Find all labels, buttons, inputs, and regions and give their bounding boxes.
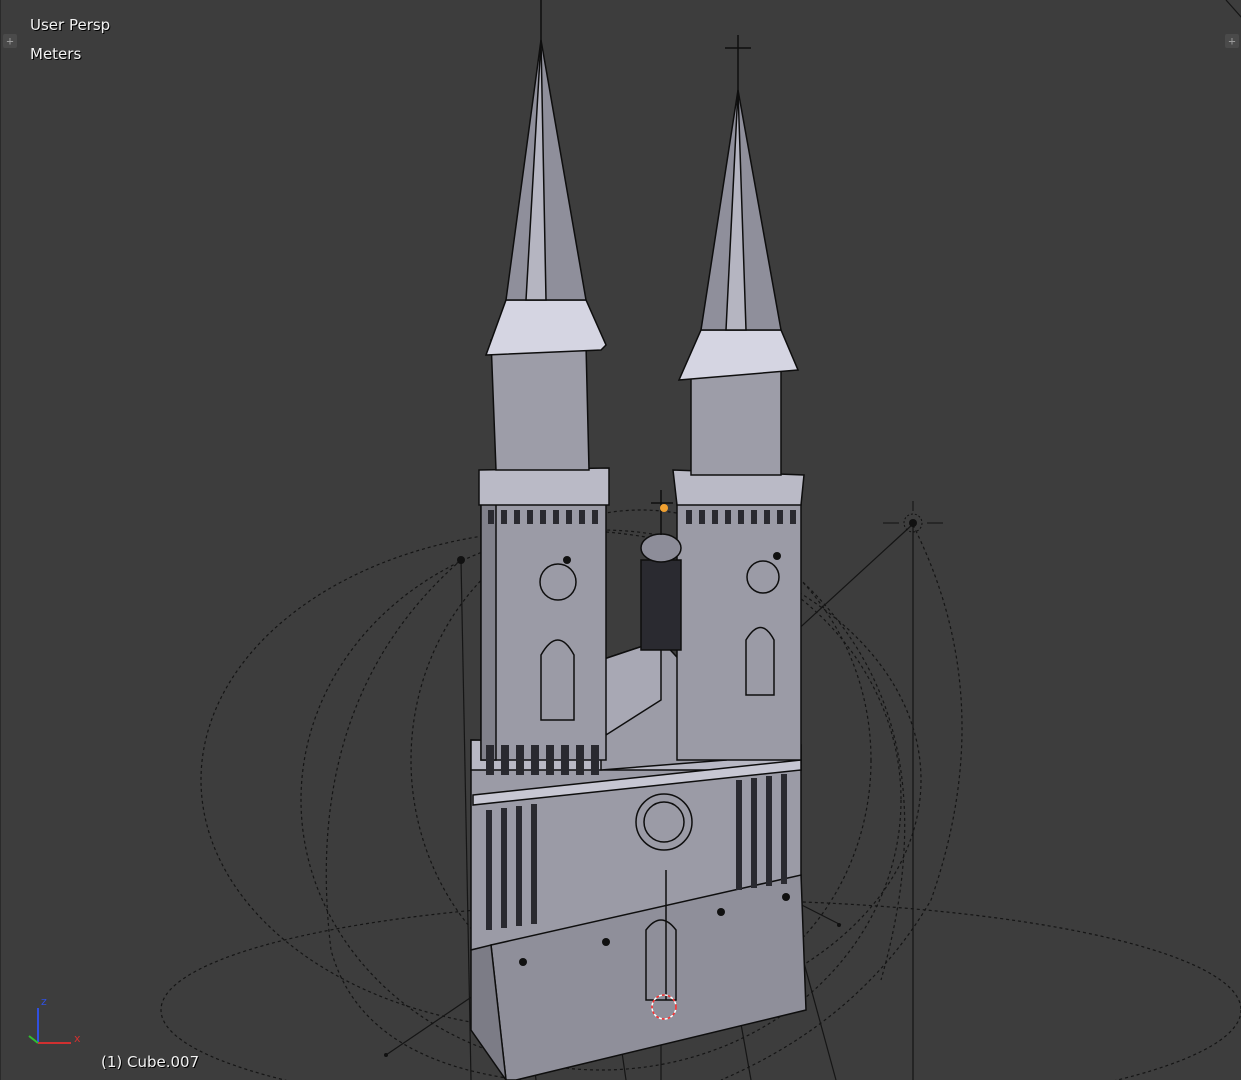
area-split-plus-icon[interactable]: + [3, 34, 17, 48]
axis-gizmo-icon: z x [28, 995, 81, 1045]
left-arched-window [540, 639, 575, 721]
left-belfry [490, 339, 590, 471]
lamp-icon [519, 958, 527, 966]
right-tower-body [676, 489, 802, 761]
axis-z-label: z [41, 995, 47, 1008]
lamp-icon [782, 893, 790, 901]
right-clock [746, 560, 780, 594]
3d-viewport[interactable]: z x User Persp Meters (1) Cube.007 + + [0, 0, 1241, 1080]
active-object-label: (1) Cube.007 [101, 1053, 200, 1071]
view-mode-label: User Persp [30, 16, 111, 34]
right-belfry [690, 369, 782, 476]
empty-icon [837, 923, 841, 927]
church-scene[interactable]: z x [1, 0, 1241, 1080]
lamp-icon [602, 938, 610, 946]
selected-origin-icon [660, 504, 668, 512]
lamp-icon [717, 908, 725, 916]
empty-icon [384, 1053, 388, 1057]
lamp-icon [563, 556, 571, 564]
axis-x-label: x [74, 1032, 81, 1045]
left-spire-base [484, 299, 607, 356]
central-lantern [640, 559, 682, 651]
lamp-icon [457, 556, 465, 564]
right-arched-window [745, 626, 775, 696]
lantern-dome [640, 533, 682, 563]
lamp-direction-line [460, 559, 472, 1080]
lamp-icon [773, 552, 781, 560]
y-axis [28, 1035, 39, 1044]
area-split-plus-icon[interactable]: + [1225, 34, 1239, 48]
left-clock [539, 563, 577, 601]
door [645, 919, 677, 1001]
left-tower-side [480, 493, 497, 761]
units-label: Meters [30, 45, 82, 63]
left-tower-cap [478, 467, 610, 506]
lamp-direction-line [1225, 0, 1241, 18]
